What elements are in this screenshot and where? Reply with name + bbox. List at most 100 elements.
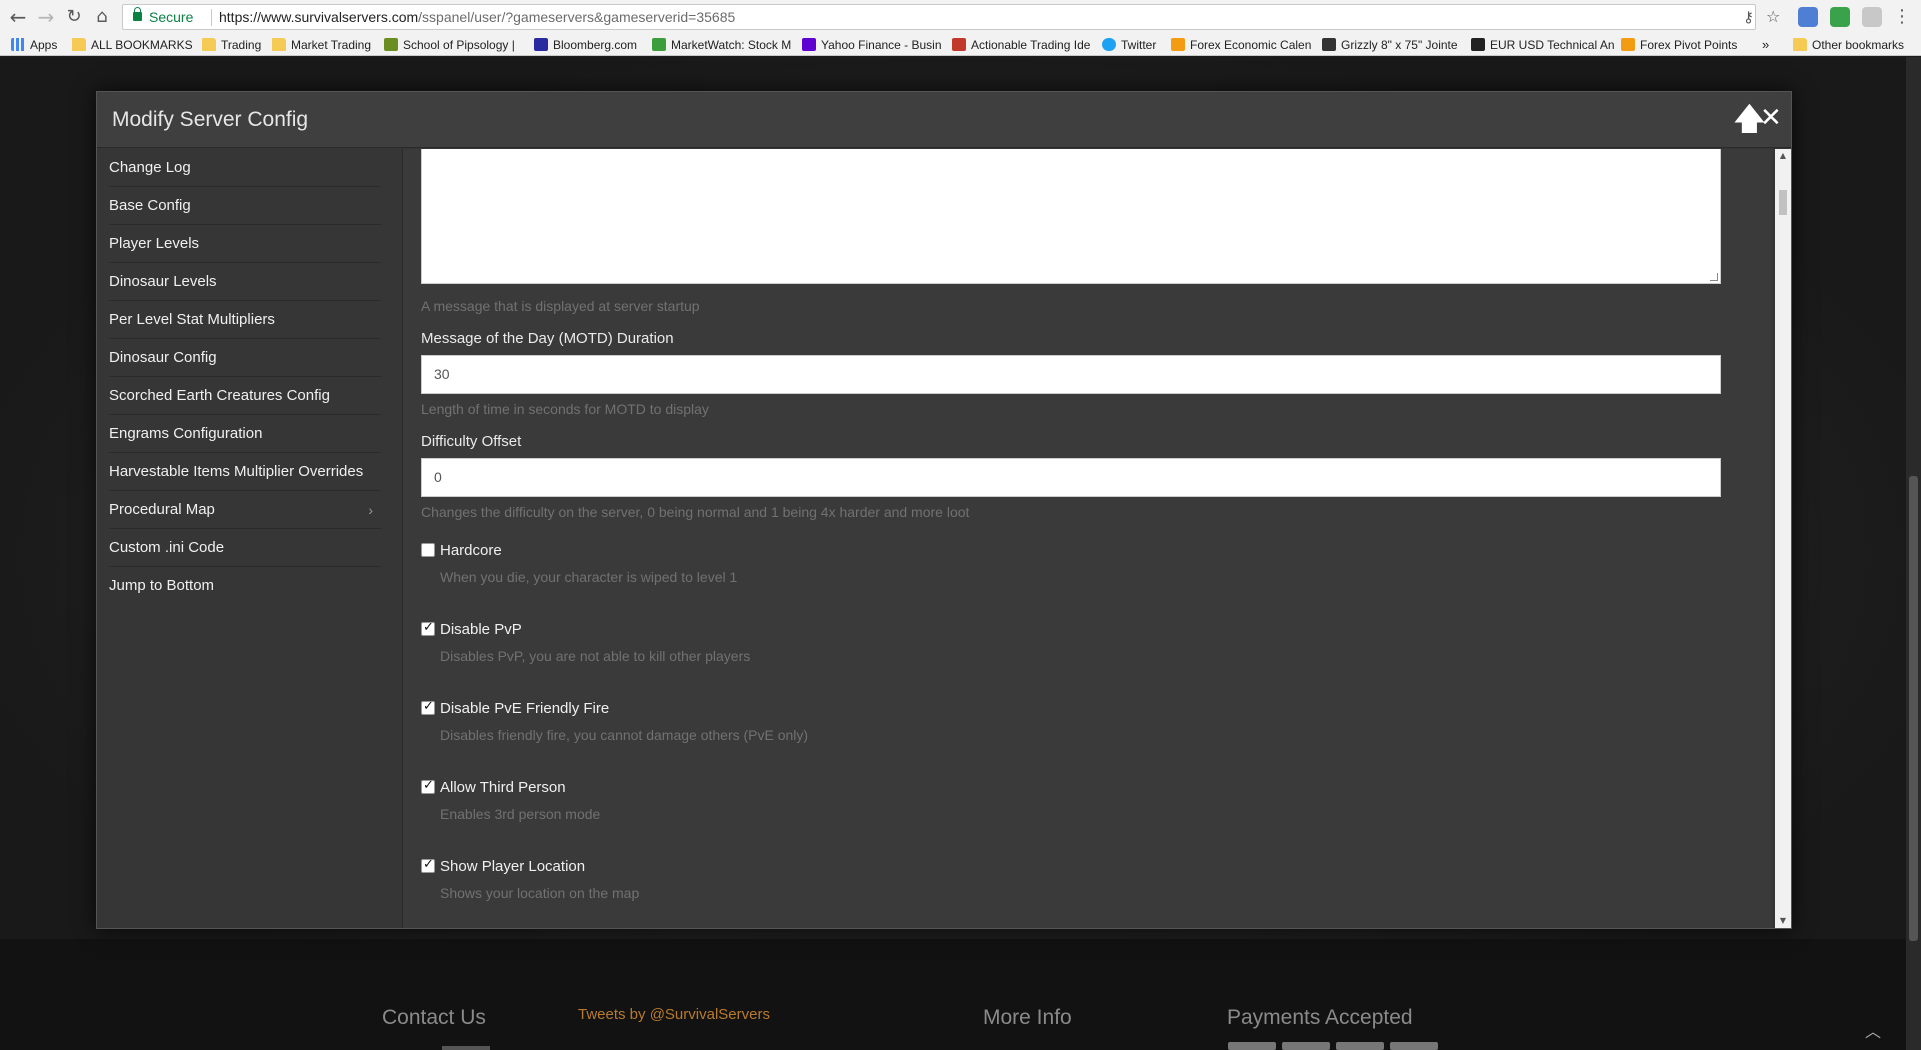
star-icon[interactable]: ☆: [1766, 7, 1780, 26]
sidebar-item-jump-to-bottom[interactable]: Jump to Bottom: [109, 567, 381, 605]
disable-friendly-fire-label[interactable]: Disable PvE Friendly Fire: [440, 700, 609, 717]
bookmark-forex-pivot-points[interactable]: Forex Pivot Points: [1621, 37, 1737, 53]
motd-duration-label: Message of the Day (MOTD) Duration: [421, 330, 674, 347]
apps-grid-icon: [11, 38, 25, 51]
folder-icon: [1793, 38, 1807, 51]
bookmark-actionable-trading[interactable]: Actionable Trading Ide: [952, 37, 1090, 53]
motd-duration-help: Length of time in seconds for MOTD to di…: [421, 401, 709, 417]
motd-duration-input[interactable]: 30: [421, 355, 1721, 394]
payment-card-icon: [1282, 1042, 1330, 1050]
bookmarks-bar: Apps ALL BOOKMARKS Trading Market Tradin…: [0, 34, 1921, 56]
bookmark-eur-usd[interactable]: EUR USD Technical An: [1471, 37, 1615, 53]
sidebar-item-scorched-earth[interactable]: Scorched Earth Creatures Config: [109, 377, 381, 415]
bookmark-label: Forex Economic Calen: [1190, 38, 1312, 52]
folder-icon: [72, 38, 86, 51]
sidebar-item-base-config[interactable]: Base Config: [109, 187, 381, 225]
home-icon[interactable]: ⌂: [90, 5, 114, 29]
lock-icon: [133, 7, 142, 21]
bookmark-label: Actionable Trading Ide: [971, 38, 1091, 52]
close-icon[interactable]: ✕: [1760, 103, 1782, 133]
allow-third-person-label[interactable]: Allow Third Person: [440, 779, 566, 796]
sidebar-item-custom-ini[interactable]: Custom .ini Code: [109, 529, 381, 567]
extension-icon[interactable]: [1798, 7, 1818, 27]
forward-icon[interactable]: →: [34, 5, 58, 29]
page-scrollbar[interactable]: [1906, 57, 1921, 1050]
sidebar-item-dinosaur-levels[interactable]: Dinosaur Levels: [109, 263, 381, 301]
modal-scrollbar[interactable]: ▲ ▼: [1775, 149, 1791, 928]
key-icon[interactable]: ⚷: [1743, 8, 1754, 26]
sidebar-item-label: Scorched Earth Creatures Config: [109, 387, 330, 404]
disable-pvp-help: Disables PvP, you are not able to kill o…: [440, 648, 751, 664]
bookmark-marketwatch[interactable]: MarketWatch: Stock M: [652, 37, 791, 53]
sidebar-item-label: Procedural Map: [109, 501, 215, 518]
hardcore-checkbox[interactable]: [421, 543, 435, 557]
sidebar-item-harvestable-items[interactable]: Harvestable Items Multiplier Overrides: [109, 453, 381, 491]
modal-header: Modify Server Config 🡅 ✕: [97, 92, 1791, 148]
bookmark-twitter[interactable]: Twitter: [1102, 37, 1156, 53]
dfx-icon: [1621, 38, 1635, 51]
allow-third-person-checkbox[interactable]: [421, 778, 435, 794]
resize-handle-icon[interactable]: [1710, 273, 1718, 281]
motd-textarea[interactable]: [421, 149, 1721, 284]
show-player-location-help: Shows your location on the map: [440, 885, 640, 901]
show-player-location-label[interactable]: Show Player Location: [440, 858, 585, 875]
bookmark-all-bookmarks[interactable]: ALL BOOKMARKS: [72, 37, 193, 53]
bookmark-market-trading[interactable]: Market Trading: [272, 37, 371, 53]
sidebar-item-label: Engrams Configuration: [109, 425, 263, 442]
bookmark-school-of-pipsology[interactable]: School of Pipsology |: [384, 37, 515, 53]
url-host: https://www.survivalservers.com: [219, 9, 419, 25]
address-bar[interactable]: Secure https://www.survivalservers.com/s…: [122, 4, 1780, 30]
difficulty-offset-input[interactable]: 0: [421, 458, 1721, 497]
sidebar-item-label: Dinosaur Config: [109, 349, 217, 366]
footer-payments-heading: Payments Accepted: [1227, 1006, 1413, 1029]
sidebar-item-dinosaur-config[interactable]: Dinosaur Config: [109, 339, 381, 377]
bookmark-label: Apps: [30, 38, 58, 52]
payment-card-icon: [1390, 1042, 1438, 1050]
grizzly-icon: [1322, 38, 1336, 51]
bookmark-label: Twitter: [1121, 38, 1157, 52]
footer-tweets-link[interactable]: Tweets by @SurvivalServers: [578, 1006, 770, 1023]
disable-friendly-fire-checkbox[interactable]: [421, 699, 435, 715]
hardcore-label[interactable]: Hardcore: [440, 542, 502, 559]
bookmark-yahoo-finance[interactable]: Yahoo Finance - Busin: [802, 37, 942, 53]
scroll-up-icon[interactable]: ▲: [1775, 149, 1791, 163]
menu-icon[interactable]: ⋮: [1890, 5, 1914, 29]
disable-pvp-label[interactable]: Disable PvP: [440, 621, 522, 638]
bookmark-label: Yahoo Finance - Busin: [821, 38, 942, 52]
back-icon[interactable]: ←: [6, 5, 30, 29]
sidebar-item-procedural-map[interactable]: Procedural Map ›: [109, 491, 381, 529]
bookmark-apps[interactable]: Apps: [11, 37, 57, 53]
bookmark-bloomberg[interactable]: Bloomberg.com: [534, 37, 637, 53]
bookmark-grizzly[interactable]: Grizzly 8" x 75" Jointe: [1322, 37, 1458, 53]
page-scrollbar-thumb[interactable]: [1909, 476, 1918, 941]
bookmark-label: ALL BOOKMARKS: [91, 38, 193, 52]
sidebar-item-change-log[interactable]: Change Log: [109, 149, 381, 187]
bloomberg-icon: [534, 38, 548, 51]
bookmark-label: Bloomberg.com: [553, 38, 638, 52]
bookmark-trading[interactable]: Trading: [202, 37, 261, 53]
sidebar-item-engrams[interactable]: Engrams Configuration: [109, 415, 381, 453]
disable-pvp-checkbox[interactable]: [421, 620, 435, 636]
sidebar-item-player-levels[interactable]: Player Levels: [109, 225, 381, 263]
sidebar-item-per-level-stat-multipliers[interactable]: Per Level Stat Multipliers: [109, 301, 381, 339]
modal-title: Modify Server Config: [112, 108, 309, 131]
marketwatch-icon: [652, 38, 666, 51]
modal-scrollbar-thumb[interactable]: [1779, 190, 1787, 215]
bookmark-label: EUR USD Technical An: [1490, 38, 1615, 52]
folder-icon: [272, 38, 286, 51]
config-form: A message that is displayed at server st…: [402, 149, 1772, 928]
show-player-location-checkbox[interactable]: [421, 857, 435, 873]
extension-shield-icon[interactable]: [1830, 7, 1850, 27]
sidebar-item-label: Player Levels: [109, 235, 200, 252]
bookmarks-overflow-button[interactable]: »: [1762, 37, 1769, 53]
scroll-down-icon[interactable]: ▼: [1775, 914, 1791, 928]
scroll-to-top-icon[interactable]: ︿: [1860, 1019, 1886, 1045]
bookmark-other-bookmarks[interactable]: Other bookmarks: [1793, 37, 1904, 53]
extension-grey-icon[interactable]: [1862, 7, 1882, 27]
bookmark-label: Other bookmarks: [1812, 38, 1905, 52]
bookmark-forex-economic-calendar[interactable]: Forex Economic Calen: [1171, 37, 1311, 53]
trading-icon: [952, 38, 966, 51]
url-text: https://www.survivalservers.com/sspanel/…: [219, 9, 735, 25]
reload-icon[interactable]: ↻: [62, 5, 86, 29]
disable-friendly-fire-help: Disables friendly fire, you cannot damag…: [440, 727, 809, 743]
